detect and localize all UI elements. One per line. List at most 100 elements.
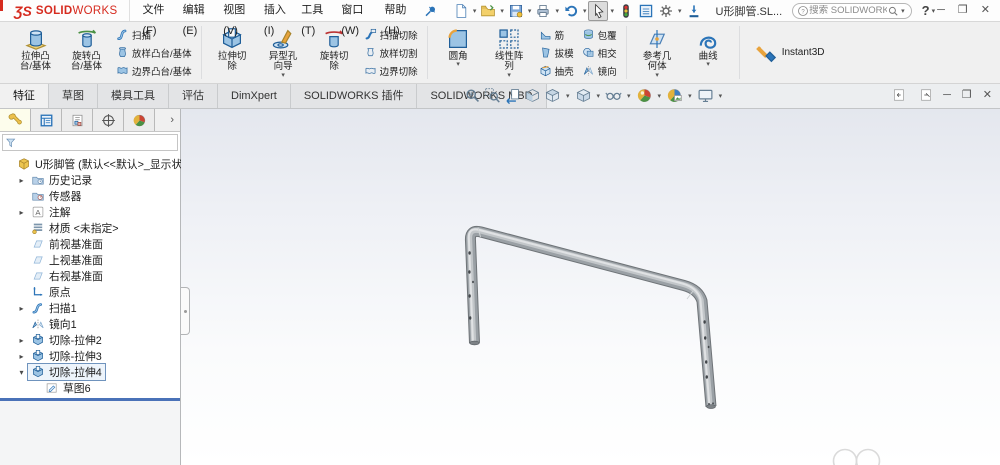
print-dropdown-arrow[interactable]: ▾ (553, 7, 561, 15)
tab-commandmanager[interactable]: 评估 (169, 84, 218, 108)
tab-commandmanager[interactable]: DimXpert (218, 84, 291, 108)
help-search-input[interactable] (809, 5, 888, 16)
doc-minimize-icon[interactable]: ─ (943, 89, 951, 101)
hide-show-items-button[interactable] (605, 87, 622, 104)
tree-item[interactable]: 镜向1 (0, 316, 180, 332)
panel-tabs-expand-arrow[interactable]: › (155, 109, 180, 131)
next-document-icon[interactable] (918, 88, 932, 102)
menu-item[interactable]: 文件(F) (136, 0, 176, 37)
ribbon-button[interactable]: 边界切除 (361, 62, 421, 79)
zoom-area-button[interactable] (484, 87, 501, 104)
menu-item[interactable]: 帮助(H) (378, 0, 419, 37)
previous-view-button[interactable] (504, 87, 521, 105)
tree-item[interactable]: ▸ 切除-拉伸2 (0, 332, 180, 348)
doc-close-icon[interactable]: ✕ (983, 89, 992, 101)
ribbon-button[interactable]: 参考几 何体 ▾ (633, 24, 682, 82)
search-options-arrow[interactable]: ▾ (899, 7, 907, 15)
menu-item[interactable]: 窗口(W) (335, 0, 378, 37)
edit-appearance-dropdown-arrow[interactable]: ▾ (656, 92, 664, 100)
restore-button-icon[interactable]: ❐ (958, 5, 968, 16)
tree-filter-input[interactable] (17, 137, 175, 148)
panel-tab-propertymanager[interactable] (31, 109, 62, 131)
apply-scene-dropdown-arrow[interactable]: ▾ (686, 92, 694, 100)
view-orientation-button[interactable] (544, 87, 561, 104)
menu-item[interactable]: 视图(V) (217, 0, 258, 37)
tree-item[interactable]: 原点 (0, 284, 180, 300)
close-button-icon[interactable]: ✕ (981, 5, 990, 16)
tree-item[interactable]: 上视基准面 (0, 252, 180, 268)
tree-expand-arrow[interactable]: ▸ (16, 336, 27, 345)
undo-button[interactable] (561, 1, 581, 21)
help-button[interactable]: ? (922, 3, 930, 18)
tab-active-commandmanager[interactable]: 特征 (0, 84, 49, 108)
panel-tab-featuremanager[interactable] (0, 109, 31, 131)
apply-scene-button[interactable] (666, 87, 683, 104)
ribbon-button[interactable]: 边界凸台/基体 (113, 62, 195, 79)
help-dropdown-arrow[interactable]: ▾ (930, 7, 938, 15)
menu-item[interactable]: 工具(T) (295, 0, 335, 37)
ribbon-button[interactable]: 拔模 (536, 44, 577, 61)
measure-tool-button[interactable] (684, 1, 704, 21)
ribbon-button[interactable]: 线性阵 列 ▾ (485, 24, 534, 82)
tree-item[interactable]: ▸ 扫描1 (0, 300, 180, 316)
ribbon-button[interactable]: 放样切割 (361, 44, 421, 61)
open-folder-button[interactable] (478, 1, 498, 21)
ribbon-button[interactable]: 拉伸凸 台/基体 (11, 24, 60, 82)
save-button[interactable] (506, 1, 526, 21)
graphics-area[interactable] (181, 109, 1000, 465)
tree-item[interactable]: 右视基准面 (0, 268, 180, 284)
ribbon-button[interactable]: 包覆 (579, 26, 620, 43)
minimize-button-icon[interactable]: ─ (937, 5, 945, 16)
tab-commandmanager[interactable]: SOLIDWORKS 插件 (290, 84, 418, 108)
ribbon-button[interactable]: 抽壳 (536, 62, 577, 79)
select-cursor-dropdown-arrow[interactable]: ▾ (608, 7, 616, 15)
tree-item[interactable]: ▸ 历史记录 (0, 172, 180, 188)
ribbon-button[interactable]: 放样凸台/基体 (113, 44, 195, 61)
view-settings-dropdown-arrow[interactable]: ▾ (717, 92, 725, 100)
previous-document-icon[interactable] (893, 88, 907, 102)
panel-tab-displaymanager[interactable] (124, 109, 155, 131)
options-gear-button[interactable] (656, 1, 676, 21)
ribbon-dropdown-arrow[interactable]: ▾ (706, 61, 710, 68)
open-folder-dropdown-arrow[interactable]: ▾ (498, 7, 506, 15)
tree-expand-arrow[interactable]: ▸ (16, 304, 27, 313)
ribbon-button[interactable]: 相交 (579, 44, 620, 61)
tree-expand-arrow[interactable]: ▸ (16, 352, 27, 361)
print-button[interactable] (533, 1, 553, 21)
search-magnifier-icon[interactable] (887, 5, 899, 17)
tree-item[interactable]: 草图6 (0, 380, 180, 396)
display-style-dropdown-arrow[interactable]: ▾ (595, 92, 603, 100)
ribbon-dropdown-arrow[interactable]: ▾ (456, 61, 460, 68)
tree-item[interactable]: ▾ 切除-拉伸4 (0, 363, 180, 381)
file-properties-button[interactable] (636, 1, 656, 21)
edit-appearance-button[interactable] (636, 87, 653, 104)
tree-expand-arrow[interactable]: ▸ (16, 208, 27, 217)
ribbon-button[interactable]: 筋 (536, 26, 577, 43)
undo-dropdown-arrow[interactable]: ▾ (581, 7, 589, 15)
section-view-button[interactable] (524, 87, 541, 104)
ribbon-button[interactable]: 圆角 ▾ (434, 24, 483, 82)
tree-expand-arrow[interactable]: ▸ (16, 176, 27, 185)
panel-splitter-handle[interactable] (181, 287, 190, 335)
tree-item[interactable]: ▸ 切除-拉伸3 (0, 348, 180, 364)
select-cursor-button[interactable] (588, 0, 609, 21)
pin-menu-icon[interactable] (424, 3, 437, 19)
options-gear-dropdown-arrow[interactable]: ▾ (676, 7, 684, 15)
rebuild-traffic-light-button[interactable] (616, 1, 636, 21)
panel-tab-dimxpertmanager[interactable] (93, 109, 124, 131)
tree-item[interactable]: 材质 <未指定> (0, 220, 180, 236)
new-document-button[interactable] (451, 1, 471, 21)
tree-item[interactable]: ▸ A 注解 (0, 204, 180, 220)
zoom-fit-button[interactable] (464, 87, 481, 104)
tree-item[interactable]: 传感器 (0, 188, 180, 204)
hide-show-items-dropdown-arrow[interactable]: ▾ (625, 92, 633, 100)
display-style-button[interactable] (575, 87, 592, 104)
ribbon-button[interactable]: 曲线 ▾ (684, 24, 733, 82)
menu-item[interactable]: 插入(I) (258, 0, 295, 37)
ribbon-dropdown-arrow[interactable]: ▾ (655, 72, 659, 79)
ribbon-button[interactable]: 镜向 (579, 62, 620, 79)
tree-item[interactable]: U形脚管 (默认<<默认>_显示状态 1>) (0, 156, 212, 172)
tree-expand-arrow[interactable]: ▾ (16, 368, 27, 377)
tree-item[interactable]: 前视基准面 (0, 236, 180, 252)
panel-tab-configurationmanager[interactable] (62, 109, 93, 131)
